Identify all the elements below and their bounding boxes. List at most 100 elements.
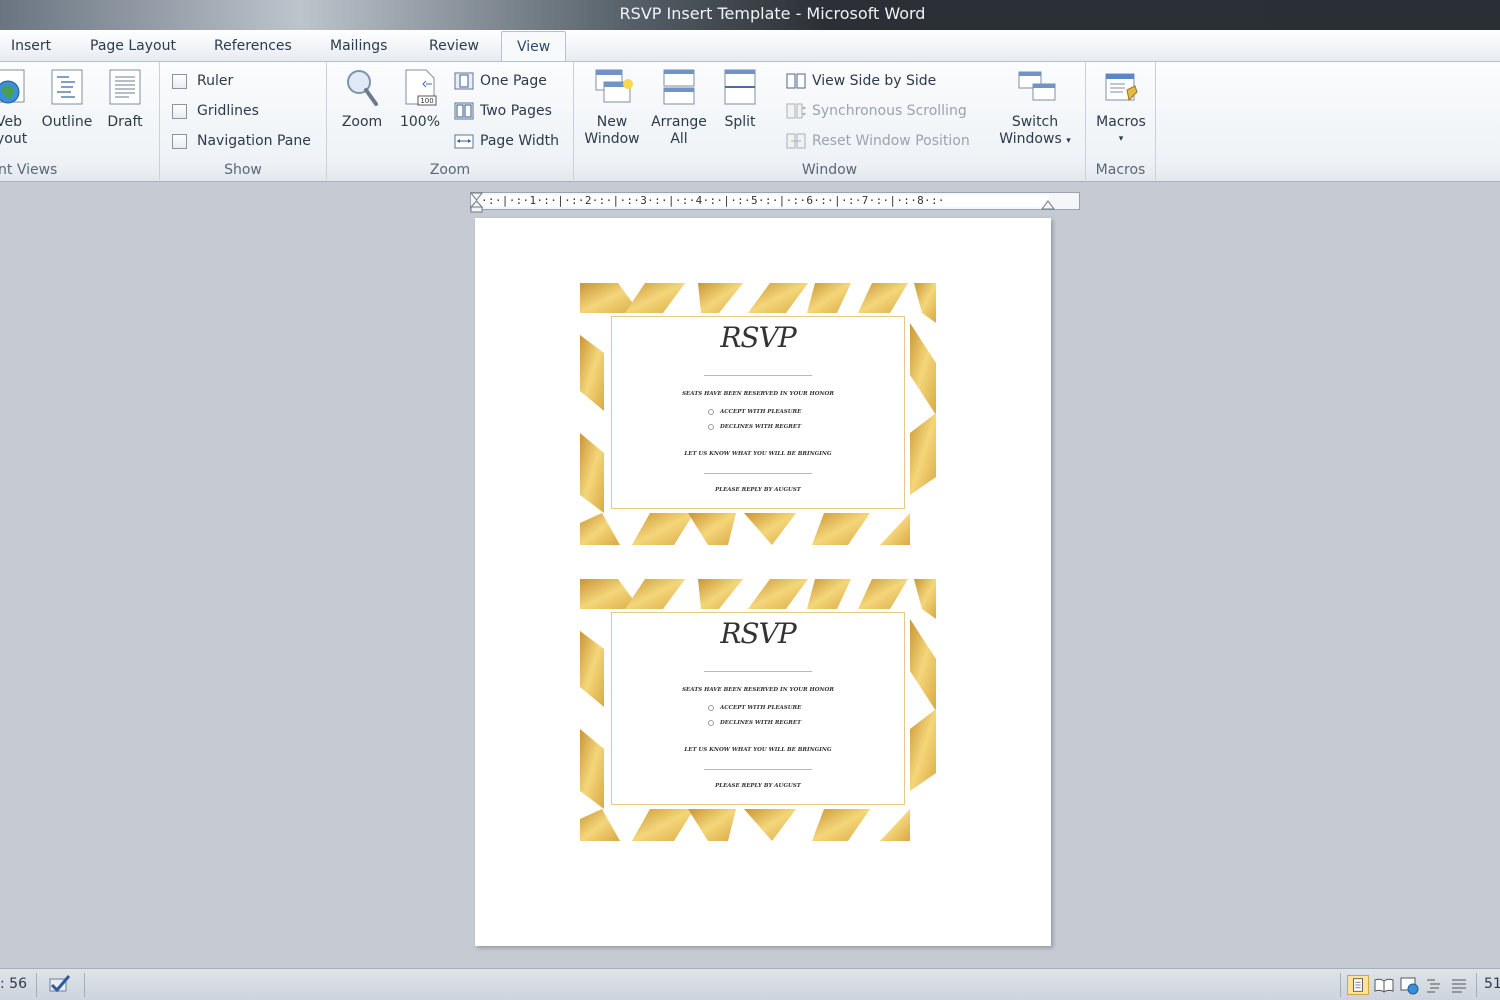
zoom-100-button[interactable]: 100 100% bbox=[395, 68, 445, 131]
navigation-pane-check-box[interactable] bbox=[172, 133, 187, 149]
view-side-by-side-button[interactable]: View Side by Side bbox=[786, 70, 936, 92]
radio-circle-icon bbox=[708, 424, 714, 430]
one-page-label: One Page bbox=[480, 73, 547, 89]
zoom-level[interactable]: 51 bbox=[1484, 976, 1500, 992]
ribbon-tabs: Insert Page Layout References Mailings R… bbox=[0, 30, 1500, 64]
group-label-macros: Macros bbox=[1095, 162, 1146, 178]
macros-button[interactable]: Macros ▾ bbox=[1092, 68, 1150, 148]
draft-label: Draft bbox=[107, 114, 143, 130]
divider bbox=[704, 473, 812, 474]
option-decline: DECLINES WITH REGRET bbox=[708, 720, 801, 726]
full-screen-reading-icon[interactable] bbox=[1373, 975, 1395, 995]
web-layout-button[interactable]: Veb yout bbox=[0, 68, 30, 148]
divider bbox=[704, 769, 812, 770]
option-accept: ACCEPT WITH PLEASURE bbox=[708, 705, 801, 711]
word-count[interactable]: : 56 bbox=[0, 976, 27, 992]
macros-dropdown-icon: ▾ bbox=[1118, 134, 1124, 144]
status-separator bbox=[36, 973, 37, 997]
radio-circle-icon bbox=[708, 409, 714, 415]
synchronous-scrolling-button[interactable]: Synchronous Scrolling bbox=[786, 100, 967, 122]
option-decline-label: DECLINES WITH REGRET bbox=[720, 424, 802, 430]
option-accept-label: ACCEPT WITH PLEASURE bbox=[720, 409, 802, 415]
right-indent-marker-icon[interactable] bbox=[1041, 200, 1055, 210]
page-width-label: Page Width bbox=[480, 133, 560, 149]
one-page-icon bbox=[454, 72, 474, 90]
arrange-all-button[interactable]: Arrange All bbox=[648, 68, 710, 148]
arrange-all-label-1: Arrange bbox=[651, 114, 707, 130]
card-line-2: LET US KNOW WHAT YOU WILL BE BRINGING bbox=[684, 451, 832, 457]
two-pages-button[interactable]: Two Pages bbox=[454, 100, 552, 122]
card-line-3: PLEASE REPLY BY AUGUST bbox=[715, 783, 801, 789]
new-window-button[interactable]: New Window bbox=[580, 68, 644, 148]
document-page[interactable]: RSVP SEATS HAVE BEEN RESERVED IN YOUR HO… bbox=[475, 218, 1051, 946]
switch-windows-button[interactable]: Switch Windows ▾ bbox=[994, 68, 1076, 150]
print-layout-view-icon[interactable] bbox=[1347, 975, 1369, 995]
gridlines-label: Gridlines bbox=[197, 103, 259, 119]
draft-icon bbox=[107, 68, 143, 106]
macros-label: Macros bbox=[1096, 114, 1146, 130]
status-separator bbox=[84, 973, 85, 997]
web-layout-label-2: yout bbox=[0, 131, 28, 147]
two-pages-icon bbox=[454, 102, 474, 120]
window-title: RSVP Insert Template - Microsoft Word bbox=[619, 4, 926, 23]
split-button[interactable]: Split bbox=[716, 68, 764, 131]
outline-view-icon[interactable] bbox=[1423, 975, 1445, 995]
switch-windows-label-1: Switch bbox=[1011, 114, 1059, 130]
rsvp-title: RSVP bbox=[720, 321, 796, 354]
card-line-3: PLEASE REPLY BY AUGUST bbox=[715, 487, 801, 493]
draft-view-icon[interactable] bbox=[1448, 975, 1470, 995]
group-label-zoom: Zoom bbox=[429, 162, 471, 178]
radio-circle-icon bbox=[708, 705, 714, 711]
ruler-checkbox[interactable]: Ruler bbox=[172, 70, 233, 92]
group-label-show: Show bbox=[224, 162, 262, 178]
page-100-icon: 100 bbox=[402, 68, 438, 106]
one-page-button[interactable]: One Page bbox=[454, 70, 547, 92]
reset-window-icon bbox=[786, 132, 806, 150]
ruler-check-box[interactable] bbox=[172, 73, 187, 89]
arrange-all-icon bbox=[661, 68, 697, 106]
gridlines-checkbox[interactable]: Gridlines bbox=[172, 100, 259, 122]
web-layout-view-icon[interactable] bbox=[1398, 975, 1420, 995]
radio-circle-icon bbox=[708, 720, 714, 726]
card-line-2: LET US KNOW WHAT YOU WILL BE BRINGING bbox=[684, 747, 832, 753]
zoom-button[interactable]: Zoom bbox=[335, 68, 389, 131]
horizontal-ruler[interactable]: ·:·|·:·1·:·|·:·2·:·|·:·3·:·|·:·4·:·|·:·5… bbox=[470, 192, 1080, 213]
outline-button[interactable]: Outline bbox=[38, 68, 96, 131]
tab-page-layout[interactable]: Page Layout bbox=[90, 38, 176, 54]
view-side-by-side-label: View Side by Side bbox=[812, 73, 937, 89]
tab-references[interactable]: References bbox=[214, 38, 292, 54]
navigation-pane-checkbox[interactable]: Navigation Pane bbox=[172, 130, 311, 152]
tab-review[interactable]: Review bbox=[429, 38, 479, 54]
ruler-marks: ·:·|·:·1·:·|·:·2·:·|·:·3·:·|·:·4·:·|·:·5… bbox=[481, 194, 945, 207]
new-window-label-1: New bbox=[596, 114, 628, 130]
globe-icon bbox=[0, 68, 32, 106]
svg-text:100: 100 bbox=[420, 97, 433, 105]
split-icon bbox=[722, 68, 758, 106]
reset-window-position-button[interactable]: Reset Window Position bbox=[786, 130, 970, 152]
arrange-all-label-2: All bbox=[670, 131, 688, 147]
zoom-label: Zoom bbox=[341, 114, 383, 130]
group-zoom: Zoom 100 100% One Page Two Pages Page Wi… bbox=[327, 62, 574, 180]
title-bar: RSVP Insert Template - Microsoft Word bbox=[0, 0, 1500, 30]
two-pages-label: Two Pages bbox=[480, 103, 552, 119]
group-document-views: Veb yout Outline Draft nt Views bbox=[0, 62, 160, 180]
tab-insert[interactable]: Insert bbox=[11, 38, 51, 54]
dropdown-arrow-icon: ▾ bbox=[1066, 136, 1071, 146]
proofing-check-icon[interactable] bbox=[47, 973, 73, 995]
option-accept-label: ACCEPT WITH PLEASURE bbox=[720, 705, 802, 711]
group-show: Ruler Gridlines Navigation Pane Show bbox=[160, 62, 327, 180]
tab-view[interactable]: View bbox=[501, 31, 567, 64]
rsvp-card-inner: RSVP SEATS HAVE BEEN RESERVED IN YOUR HO… bbox=[611, 316, 905, 509]
option-decline: DECLINES WITH REGRET bbox=[708, 424, 801, 430]
reset-window-position-label: Reset Window Position bbox=[812, 133, 970, 149]
indent-marker-icon[interactable] bbox=[470, 192, 484, 214]
rsvp-card-2: RSVP SEATS HAVE BEEN RESERVED IN YOUR HO… bbox=[580, 579, 936, 841]
gridlines-check-box[interactable] bbox=[172, 103, 187, 119]
sync-scroll-icon bbox=[786, 102, 806, 120]
outline-icon bbox=[49, 68, 85, 106]
page-width-button[interactable]: Page Width bbox=[454, 130, 559, 152]
option-accept: ACCEPT WITH PLEASURE bbox=[708, 409, 801, 415]
tab-mailings[interactable]: Mailings bbox=[330, 38, 387, 54]
rsvp-title: RSVP bbox=[720, 617, 796, 650]
draft-button[interactable]: Draft bbox=[101, 68, 149, 131]
